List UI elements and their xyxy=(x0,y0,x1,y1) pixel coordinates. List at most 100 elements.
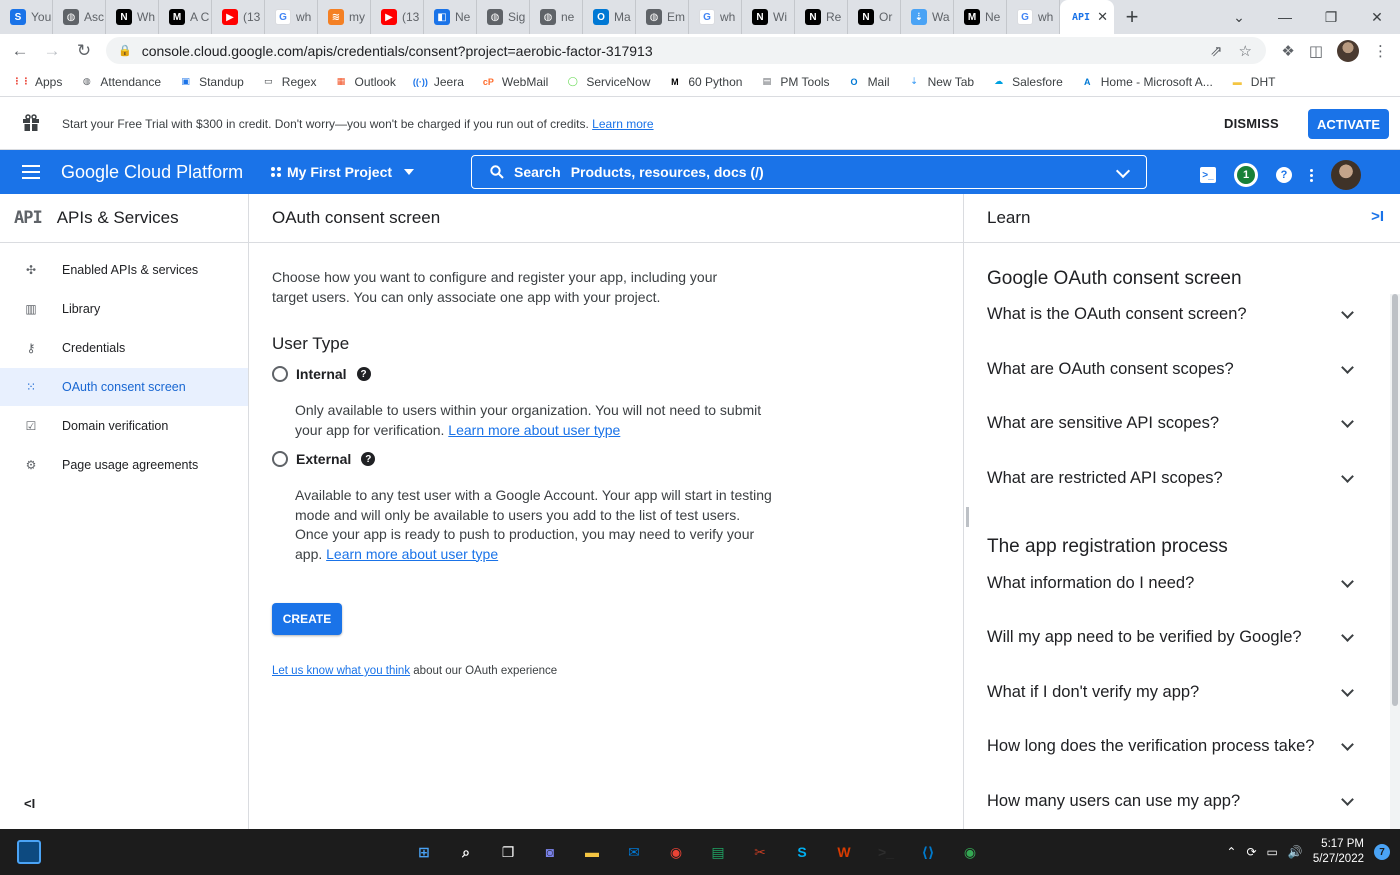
close-window-icon[interactable]: ✕ xyxy=(1354,9,1400,26)
chevron-up-icon[interactable]: ⌃ xyxy=(1226,845,1236,859)
tab-search-icon[interactable]: ⌄ xyxy=(1216,9,1262,26)
sidebar-item-credentials[interactable]: ⚷ Credentials xyxy=(0,329,248,367)
terminal-icon[interactable]: >_ xyxy=(872,838,900,866)
bookmark-item[interactable]: ▬ DHT xyxy=(1230,74,1276,89)
bookmark-item[interactable]: ◍ Attendance xyxy=(79,74,161,89)
sidebar-item-page-usage[interactable]: ⚙ Page usage agreements xyxy=(0,446,248,484)
faq-item[interactable]: What is the OAuth consent screen? xyxy=(987,305,1357,324)
sidebar-item-library[interactable]: ▥ Library xyxy=(0,290,248,328)
notifications-button[interactable]: 1 xyxy=(1234,163,1258,187)
browser-tab[interactable]: ▶ (13 xyxy=(371,0,424,34)
internal-option[interactable]: Internal ? xyxy=(272,366,371,382)
search-bar[interactable]: Search Products, resources, docs (/) xyxy=(471,155,1147,189)
bookmark-item[interactable]: cP WebMail xyxy=(481,74,548,89)
browser-tab[interactable]: ▶ (13 xyxy=(212,0,265,34)
browser-tab[interactable]: ◧ Ne xyxy=(424,0,477,34)
notification-center-badge[interactable]: 7 xyxy=(1374,844,1390,860)
browser-tab[interactable]: ◍ Asc xyxy=(53,0,106,34)
sidebar-item-enabled-apis[interactable]: ✣ Enabled APIs & services xyxy=(0,251,248,289)
browser-tab[interactable]: Gwh xyxy=(1007,0,1060,34)
faq-item[interactable]: What if I don't verify my app? xyxy=(987,683,1357,702)
close-tab-icon[interactable]: ✕ xyxy=(1097,9,1108,25)
windows-start-icon[interactable]: ⊞ xyxy=(410,838,438,866)
faq-item[interactable]: How long does the verification process t… xyxy=(987,737,1357,756)
internal-learn-more-link[interactable]: Learn more about user type xyxy=(448,422,620,438)
product-name[interactable]: Google Cloud Platform xyxy=(61,162,243,183)
create-button[interactable]: CREATE xyxy=(272,603,342,635)
reload-icon[interactable]: ↻ xyxy=(68,41,100,61)
skype-icon[interactable]: S xyxy=(788,838,816,866)
faq-item[interactable]: What are sensitive API scopes? xyxy=(987,414,1357,433)
help-icon[interactable]: ? xyxy=(1276,167,1292,183)
bookmark-item[interactable]: ⇣ New Tab xyxy=(907,74,974,89)
bookmark-item[interactable]: ⋮⋮ Apps xyxy=(13,74,63,89)
extensions-icon[interactable]: ❖ xyxy=(1281,42,1294,60)
browser-tab[interactable]: S You xyxy=(0,0,53,34)
project-picker[interactable]: My First Project xyxy=(271,164,415,180)
learn-scrollbar[interactable] xyxy=(1390,294,1400,875)
collapse-sidebar-icon[interactable]: <I xyxy=(24,796,35,811)
help-icon[interactable]: ? xyxy=(361,452,376,466)
bookmark-item[interactable]: ▦ Outlook xyxy=(333,74,396,89)
browser-tab[interactable]: ⇣ Wa xyxy=(901,0,954,34)
browser-tab[interactable]: N Or xyxy=(848,0,901,34)
browser-tab[interactable]: O Ma xyxy=(583,0,636,34)
sidebar-item-domain-verification[interactable]: ☑ Domain verification xyxy=(0,407,248,445)
chrome-menu-icon[interactable]: ⋮ xyxy=(1373,42,1388,60)
new-tab-button[interactable]: + xyxy=(1114,4,1150,30)
volume-icon[interactable]: 🔊 xyxy=(1288,845,1303,859)
chevron-down-icon[interactable] xyxy=(1115,163,1131,179)
forward-icon[interactable]: → xyxy=(36,41,68,61)
browser-tab[interactable]: ◍ Em xyxy=(636,0,689,34)
faq-item[interactable]: What information do I need? xyxy=(987,574,1357,593)
account-avatar[interactable] xyxy=(1331,160,1361,190)
feedback-link[interactable]: Let us know what you think xyxy=(272,665,410,677)
browser-tab[interactable]: ≋ my xyxy=(318,0,371,34)
network-icon[interactable]: ▭ xyxy=(1267,845,1278,859)
external-option[interactable]: External ? xyxy=(272,451,376,467)
bookmark-item[interactable]: M 60 Python xyxy=(667,74,742,89)
chat-icon[interactable]: ◙ xyxy=(536,838,564,866)
sheets-icon[interactable]: ▤ xyxy=(704,838,732,866)
browser-tab[interactable]: M Ne xyxy=(954,0,1007,34)
sidebar-item-oauth-consent[interactable]: ⁙ OAuth consent screen xyxy=(0,368,248,406)
address-bar[interactable]: 🔒 console.cloud.google.com/apis/credenti… xyxy=(106,37,1266,64)
clock[interactable]: 5:17 PM 5/27/2022 xyxy=(1313,837,1364,867)
more-options-icon[interactable] xyxy=(1310,168,1313,182)
side-panel-icon[interactable]: ◫ xyxy=(1309,42,1323,60)
task-view-icon[interactable]: ❐ xyxy=(494,838,522,866)
browser-tab[interactable]: MA C xyxy=(159,0,212,34)
bookmark-item[interactable]: ▤ PM Tools xyxy=(759,74,830,89)
bookmark-item[interactable]: ▣ Standup xyxy=(178,74,243,89)
dismiss-button[interactable]: DISMISS xyxy=(1224,116,1279,131)
browser-tab[interactable]: Gwh xyxy=(689,0,742,34)
chrome-icon[interactable]: ◉ xyxy=(662,838,690,866)
widgets-icon[interactable] xyxy=(17,840,41,864)
file-explorer-icon[interactable]: ▬ xyxy=(578,838,606,866)
browser-tab[interactable]: N Wh xyxy=(106,0,159,34)
wps-icon[interactable]: W xyxy=(830,838,858,866)
bookmark-item[interactable]: ☁ Salesfore xyxy=(991,74,1063,89)
minimize-icon[interactable]: — xyxy=(1262,9,1308,25)
bookmark-item[interactable]: ◯ ServiceNow xyxy=(565,74,651,89)
back-icon[interactable]: ← xyxy=(4,41,36,61)
help-icon[interactable]: ? xyxy=(356,367,371,381)
active-browser-tab[interactable]: API ✕ xyxy=(1060,0,1114,34)
browser-tab[interactable]: ◍ Sig xyxy=(477,0,530,34)
cloud-shell-icon[interactable]: >_ xyxy=(1200,167,1216,183)
search-icon[interactable]: ⌕ xyxy=(452,838,480,866)
browser-tab[interactable]: N Re xyxy=(795,0,848,34)
vscode-icon[interactable]: ⟨⟩ xyxy=(914,838,942,866)
faq-item[interactable]: What are restricted API scopes? xyxy=(987,469,1357,488)
faq-item[interactable]: How many users can use my app? xyxy=(987,792,1357,811)
external-radio[interactable] xyxy=(272,451,288,467)
mail-icon[interactable]: ✉ xyxy=(620,838,648,866)
collapse-learn-panel-icon[interactable]: >I xyxy=(1371,208,1384,225)
internal-radio[interactable] xyxy=(272,366,288,382)
faq-item[interactable]: What are OAuth consent scopes? xyxy=(987,360,1357,379)
bookmark-item[interactable]: ▭ Regex xyxy=(261,74,316,89)
browser-tab[interactable]: Gwh xyxy=(265,0,318,34)
bookmark-item[interactable]: O Mail xyxy=(847,74,890,89)
chrome-profile-icon[interactable]: ◉ xyxy=(956,838,984,866)
activate-button[interactable]: ACTIVATE xyxy=(1308,109,1389,139)
